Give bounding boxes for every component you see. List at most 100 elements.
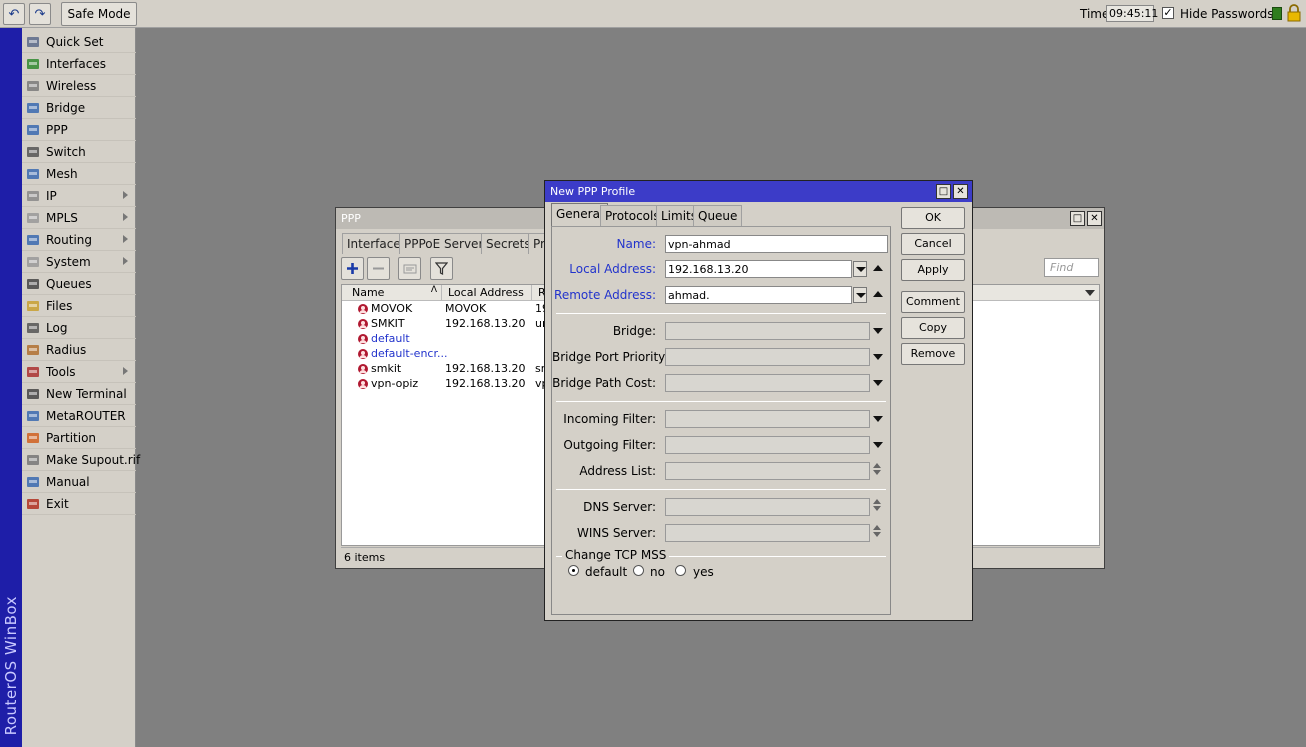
remove-button[interactable] <box>367 257 390 280</box>
column-header-name[interactable]: Name Λ <box>342 285 442 301</box>
remote-address-collapse-icon[interactable] <box>873 291 883 297</box>
sidebar-item-label: PPP <box>46 123 68 137</box>
bridge-path-cost-dropdown-icon[interactable] <box>873 380 883 386</box>
column-header-local-address[interactable]: Local Address <box>442 285 532 301</box>
sidebar-item-ip[interactable]: IP <box>22 185 136 207</box>
undo-button[interactable]: ↶ <box>3 3 25 25</box>
redo-button[interactable]: ↷ <box>29 3 51 25</box>
maximize-button[interactable]: □ <box>1070 211 1085 226</box>
remote-address-input[interactable]: ahmad. <box>665 286 852 304</box>
sidebar-item-manual[interactable]: Manual <box>22 471 136 493</box>
sidebar-item-interfaces[interactable]: Interfaces <box>22 53 136 75</box>
name-label: Name: <box>616 237 656 251</box>
sidebar-item-log[interactable]: Log <box>22 317 136 339</box>
bridge-path-cost-input[interactable] <box>665 374 870 392</box>
sidebar-item-label: System <box>46 255 91 269</box>
cell-name: MOVOK <box>371 302 413 315</box>
tcp-mss-default-radio[interactable] <box>568 565 579 576</box>
bridge-select[interactable] <box>665 322 870 340</box>
tcp-mss-no-radio[interactable] <box>633 565 644 576</box>
brand-label: RouterOS WinBox <box>2 595 20 735</box>
wins-server-up-icon[interactable] <box>873 525 881 530</box>
sidebar-item-label: Interfaces <box>46 57 106 71</box>
bridge-port-priority-dropdown-icon[interactable] <box>873 354 883 360</box>
safe-mode-button[interactable]: Safe Mode <box>61 2 137 26</box>
address-list-input[interactable] <box>665 462 870 480</box>
cell-name: default-encr... <box>371 347 448 360</box>
local-address-dropdown[interactable] <box>853 261 867 277</box>
cell-name: vpn-opiz <box>371 377 419 390</box>
sidebar-item-metarouter[interactable]: MetaROUTER <box>22 405 136 427</box>
main-menu: Quick Set Interfaces Wireless Bridge PPP Swit… <box>22 28 140 747</box>
sidebar-item-tools[interactable]: Tools <box>22 361 136 383</box>
add-button[interactable] <box>341 257 364 280</box>
sidebar-item-label: MPLS <box>46 211 78 225</box>
manual-icon <box>26 476 40 488</box>
bridge-port-priority-input[interactable] <box>665 348 870 366</box>
tcp-mss-yes-label: yes <box>693 565 714 579</box>
find-input[interactable]: Find <box>1044 258 1099 277</box>
sidebar-item-queues[interactable]: Queues <box>22 273 136 295</box>
copy-button[interactable]: Copy <box>901 317 965 339</box>
dns-server-label: DNS Server: <box>583 500 656 514</box>
sidebar-item-label: Radius <box>46 343 87 357</box>
dialog-close-button[interactable]: ✕ <box>953 184 968 199</box>
quick-set-icon <box>26 36 40 48</box>
dns-server-input[interactable] <box>665 498 870 516</box>
remote-address-dropdown[interactable] <box>853 287 867 303</box>
local-address-input[interactable]: 192.168.13.20 <box>665 260 852 278</box>
sidebar-item-label: Exit <box>46 497 69 511</box>
sidebar-item-mesh[interactable]: Mesh <box>22 163 136 185</box>
sidebar-item-quick-set[interactable]: Quick Set <box>22 31 136 53</box>
cancel-button[interactable]: Cancel <box>901 233 965 255</box>
sidebar-item-label: New Terminal <box>46 387 127 401</box>
name-input[interactable]: vpn-ahmad <box>665 235 888 253</box>
sidebar-item-mpls[interactable]: MPLS <box>22 207 136 229</box>
column-menu-button[interactable] <box>1082 285 1099 301</box>
hide-passwords-checkbox[interactable]: ✓ <box>1162 7 1174 19</box>
lock-icon[interactable] <box>1287 4 1301 22</box>
ok-button[interactable]: OK <box>901 207 965 229</box>
address-list-down-icon[interactable] <box>873 470 881 475</box>
status-indicator-icon <box>1272 7 1282 20</box>
sidebar-item-radius[interactable]: Radius <box>22 339 136 361</box>
remove-profile-button[interactable]: Remove <box>901 343 965 365</box>
sidebar-item-ppp[interactable]: PPP <box>22 119 136 141</box>
sidebar-item-new-terminal[interactable]: New Terminal <box>22 383 136 405</box>
dns-server-down-icon[interactable] <box>873 506 881 511</box>
comment-tool-button[interactable] <box>398 257 421 280</box>
close-button[interactable]: ✕ <box>1087 211 1102 226</box>
sidebar-item-wireless[interactable]: Wireless <box>22 75 136 97</box>
dialog-maximize-button[interactable]: □ <box>936 184 951 199</box>
sidebar-item-bridge[interactable]: Bridge <box>22 97 136 119</box>
sidebar-item-exit[interactable]: Exit <box>22 493 136 515</box>
dialog-titlebar[interactable]: New PPP Profile <box>545 181 972 202</box>
dns-server-up-icon[interactable] <box>873 499 881 504</box>
filter-button[interactable] <box>430 257 453 280</box>
wins-server-input[interactable] <box>665 524 870 542</box>
outgoing-filter-dropdown-icon[interactable] <box>873 442 883 448</box>
profile-icon <box>357 363 369 375</box>
local-address-collapse-icon[interactable] <box>873 265 883 271</box>
apply-button[interactable]: Apply <box>901 259 965 281</box>
tab-queue[interactable]: Queue <box>693 205 743 226</box>
sidebar-item-system[interactable]: System <box>22 251 136 273</box>
wins-server-down-icon[interactable] <box>873 532 881 537</box>
sidebar-item-routing[interactable]: Routing <box>22 229 136 251</box>
bridge-dropdown-icon[interactable] <box>873 328 883 334</box>
incoming-filter-dropdown-icon[interactable] <box>873 416 883 422</box>
address-list-up-icon[interactable] <box>873 463 881 468</box>
tcp-mss-default-label: default <box>585 565 628 579</box>
tab-interface[interactable]: Interface <box>342 233 406 254</box>
sidebar-item-partition[interactable]: Partition <box>22 427 136 449</box>
tab-protocols[interactable]: Protocols <box>600 205 665 226</box>
comment-button[interactable]: Comment <box>901 291 965 313</box>
submenu-arrow-icon <box>123 191 128 199</box>
sidebar-item-switch[interactable]: Switch <box>22 141 136 163</box>
sidebar-item-make-supout-rif[interactable]: Make Supout.rif <box>22 449 140 471</box>
wireless-icon <box>26 80 40 92</box>
tcp-mss-yes-radio[interactable] <box>675 565 686 576</box>
incoming-filter-select[interactable] <box>665 410 870 428</box>
sidebar-item-files[interactable]: Files <box>22 295 136 317</box>
outgoing-filter-select[interactable] <box>665 436 870 454</box>
